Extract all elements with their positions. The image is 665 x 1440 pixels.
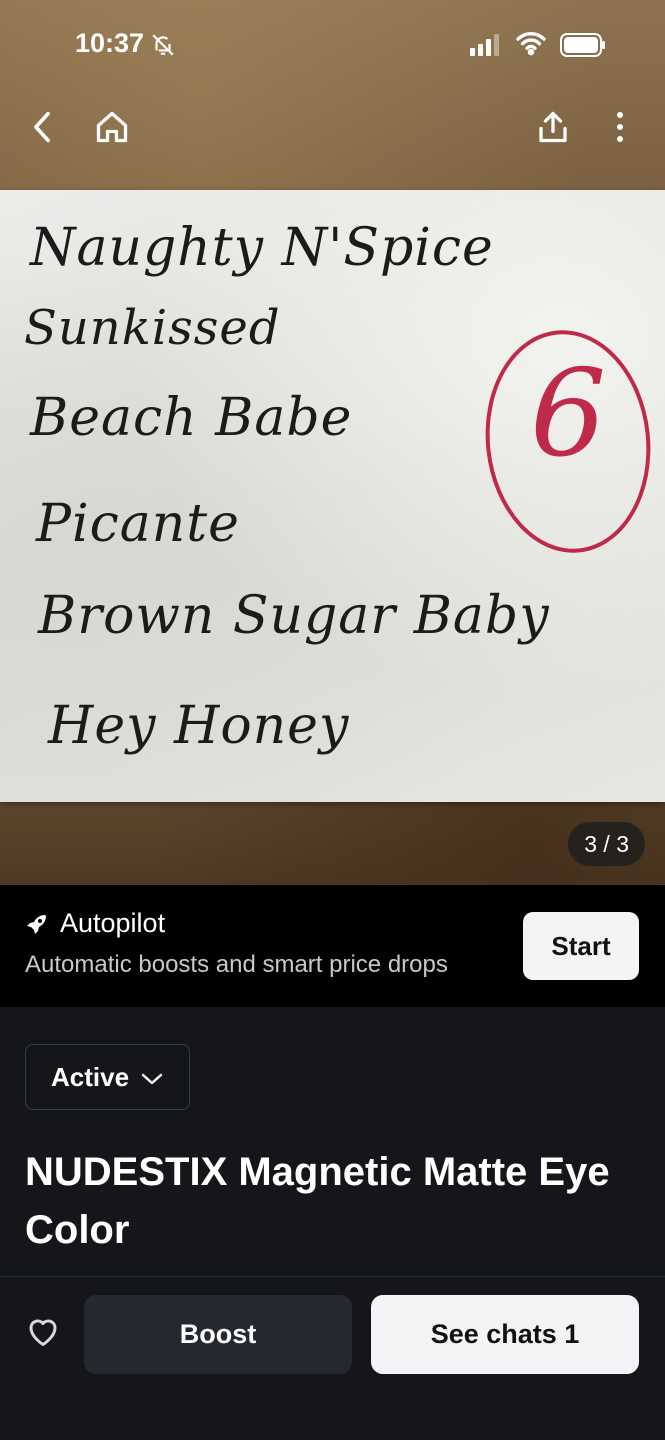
note-line: Brown Sugar Baby xyxy=(38,586,550,646)
share-icon xyxy=(539,111,567,143)
home-button[interactable] xyxy=(90,105,134,149)
autopilot-start-button[interactable]: Start xyxy=(523,912,639,980)
note-line: Sunkissed xyxy=(24,300,281,356)
rocket-icon xyxy=(25,912,49,943)
wifi-icon xyxy=(515,30,547,61)
autopilot-subtitle: Automatic boosts and smart price drops xyxy=(25,951,448,978)
note-line: Hey Honey xyxy=(48,696,350,756)
bell-muted-icon xyxy=(150,32,176,63)
listing-status-dropdown[interactable]: Active xyxy=(25,1044,190,1110)
chevron-left-icon xyxy=(34,111,50,143)
boost-button[interactable]: Boost xyxy=(84,1295,352,1374)
status-time: 10:37 xyxy=(75,28,145,58)
listing-status-label: Active xyxy=(51,1061,130,1092)
see-chats-button[interactable]: See chats 1 xyxy=(371,1295,639,1374)
circled-number: 6 xyxy=(530,345,607,484)
share-button[interactable] xyxy=(531,105,575,149)
chevron-down-icon xyxy=(141,1062,163,1093)
more-options-button[interactable] xyxy=(598,105,642,149)
status-bar: 10:37 xyxy=(0,0,665,90)
signal-icon xyxy=(470,34,502,61)
listing-title: NUDESTIX Magnetic Matte Eye Color xyxy=(25,1150,610,1252)
home-icon xyxy=(96,111,128,143)
heart-icon xyxy=(29,1319,57,1346)
photo-counter: 3 / 3 xyxy=(568,822,645,866)
note-line: Picante xyxy=(36,494,240,554)
back-button[interactable] xyxy=(20,105,64,149)
battery-icon xyxy=(560,33,606,62)
autopilot-title: Autopilot xyxy=(60,908,166,938)
favorite-button[interactable] xyxy=(25,1314,61,1353)
note-line: Beach Babe xyxy=(30,388,353,448)
more-vertical-icon xyxy=(617,112,623,142)
note-line: Naughty N'Spice xyxy=(30,218,494,278)
